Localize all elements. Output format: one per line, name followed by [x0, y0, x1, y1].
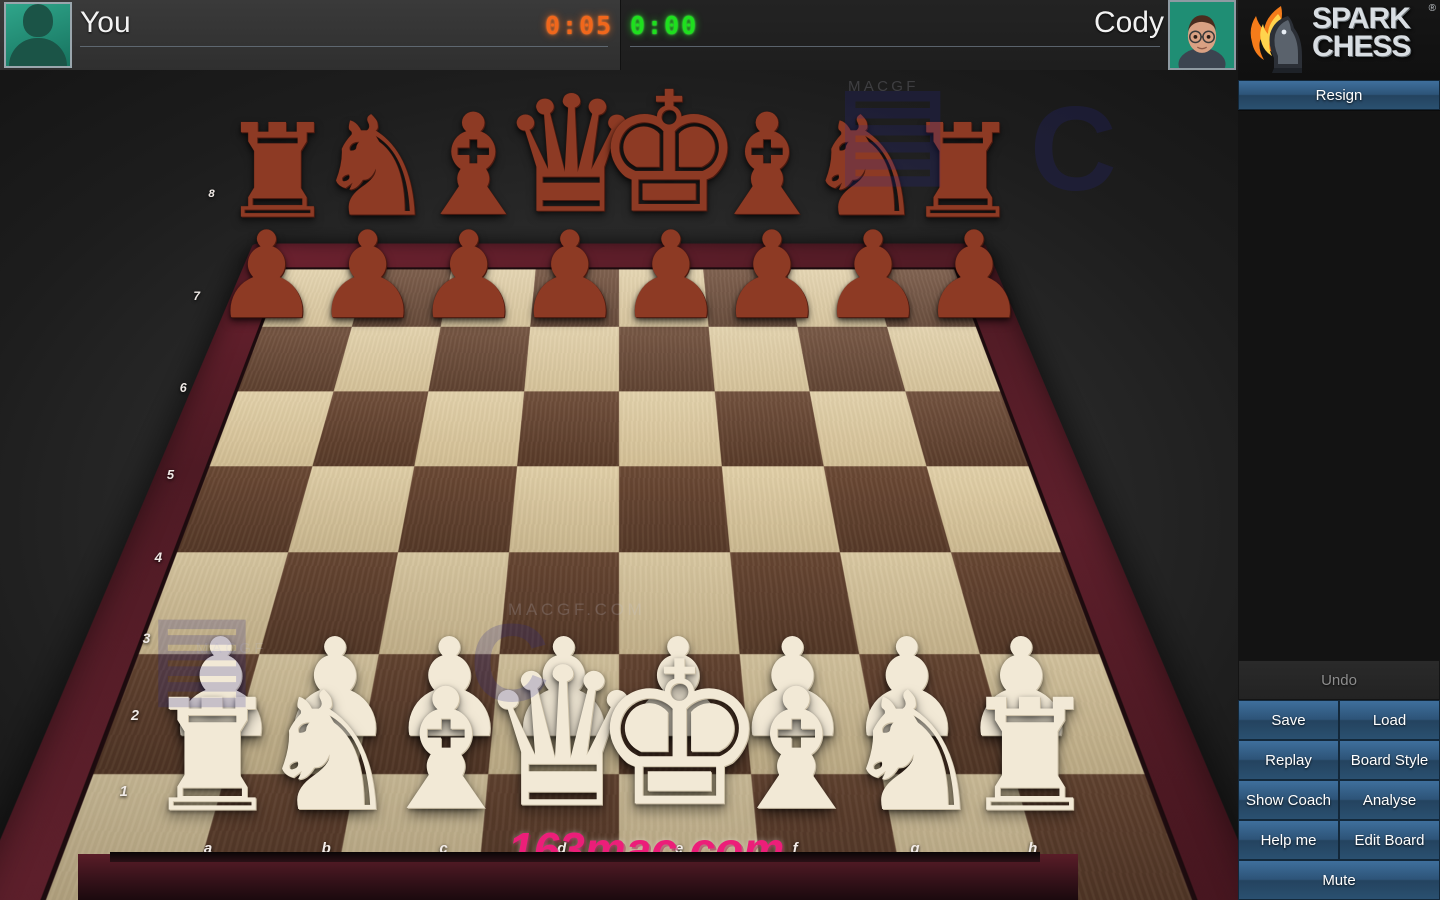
button-row: Undo — [1238, 660, 1440, 700]
square-c8[interactable] — [440, 269, 536, 327]
square-e8[interactable] — [619, 269, 709, 327]
help-me-button[interactable]: Help me — [1238, 820, 1339, 860]
trademark-symbol: ® — [1428, 3, 1436, 14]
board-frame — [0, 243, 1238, 900]
sparkchess-window: 87654321abcdefgh ♜ ♞ ♝ ♛ ♚ ♝ ♞ ♜ ♟ ♟ ♟ ♟ ♟ ♟ ♟ ♟ ♟ ♟ ♟ ♟ ♟ ♟ ♟… — [0, 0, 1440, 900]
undo-button: Undo — [1238, 660, 1440, 700]
square-f8[interactable] — [702, 269, 798, 327]
square-d8[interactable] — [529, 269, 619, 327]
black-player-name: Cody — [1093, 6, 1164, 39]
board-squares[interactable] — [0, 269, 1238, 900]
square-h6[interactable] — [904, 391, 1029, 466]
square-h3[interactable] — [979, 653, 1145, 775]
square-b8[interactable] — [351, 269, 452, 327]
player-header-bar: You 0:05 0:00 Cody — [0, 0, 1238, 70]
black-player-avatar[interactable] — [1168, 0, 1236, 70]
square-g4[interactable] — [839, 552, 980, 654]
square-e3[interactable] — [619, 653, 751, 775]
board-style-button[interactable]: Board Style — [1339, 740, 1440, 780]
square-f6[interactable] — [714, 391, 824, 466]
square-a3[interactable] — [93, 653, 259, 775]
replay-button[interactable]: Replay — [1238, 740, 1339, 780]
square-e7[interactable] — [619, 326, 715, 392]
resign-button[interactable]: Resign — [1238, 80, 1440, 110]
square-e6[interactable] — [619, 391, 722, 466]
chess-board[interactable] — [0, 74, 1238, 900]
square-d3[interactable] — [487, 653, 619, 775]
white-name-underline — [80, 46, 608, 47]
square-c3[interactable] — [356, 653, 499, 775]
save-button[interactable]: Save — [1238, 700, 1339, 740]
cody-portrait-icon — [1170, 2, 1234, 68]
silhouette-icon — [9, 4, 67, 66]
control-buttons-panel: Undo Save Load Replay Board Style Show Coach A… — [1238, 660, 1440, 900]
button-row: Save Load — [1238, 700, 1440, 740]
button-row: Replay Board Style — [1238, 740, 1440, 780]
square-b7[interactable] — [333, 326, 441, 392]
analyse-button[interactable]: Analyse — [1339, 780, 1440, 820]
square-f7[interactable] — [708, 326, 810, 392]
square-h5[interactable] — [925, 465, 1061, 553]
right-sidebar: SPARK CHESS ® Resign Undo Save Load Replay B… — [1238, 0, 1440, 900]
square-c4[interactable] — [378, 552, 509, 654]
white-player-name: You — [80, 6, 131, 39]
board-base-edge — [110, 852, 1040, 862]
black-name-underline — [630, 46, 1160, 47]
button-row: Help me Edit Board — [1238, 820, 1440, 860]
square-b6[interactable] — [312, 391, 429, 466]
mute-button[interactable]: Mute — [1238, 860, 1440, 900]
square-g3[interactable] — [859, 653, 1014, 775]
square-d6[interactable] — [516, 391, 619, 466]
board-scene: 87654321abcdefgh ♜ ♞ ♝ ♛ ♚ ♝ ♞ ♜ ♟ ♟ ♟ ♟ ♟ ♟ ♟ ♟ ♟ ♟ ♟ ♟ ♟ ♟ ♟… — [0, 0, 1238, 900]
square-c7[interactable] — [428, 326, 530, 392]
white-player-avatar[interactable] — [4, 2, 72, 68]
square-d7[interactable] — [523, 326, 619, 392]
button-row: Mute — [1238, 860, 1440, 900]
square-f5[interactable] — [721, 465, 840, 553]
black-player-clock: 0:00 — [630, 11, 699, 40]
sparkchess-logo: SPARK CHESS ® — [1238, 0, 1440, 80]
square-h4[interactable] — [950, 552, 1100, 654]
square-e4[interactable] — [619, 552, 740, 654]
square-g8[interactable] — [786, 269, 887, 327]
edit-board-button[interactable]: Edit Board — [1339, 820, 1440, 860]
square-f3[interactable] — [739, 653, 882, 775]
button-row: Show Coach Analyse — [1238, 780, 1440, 820]
logo-wordmark: SPARK CHESS — [1312, 4, 1411, 64]
logo-line-2: CHESS — [1312, 30, 1411, 64]
show-coach-button[interactable]: Show Coach — [1238, 780, 1339, 820]
square-d4[interactable] — [498, 552, 619, 654]
square-e5[interactable] — [619, 465, 730, 553]
square-c6[interactable] — [414, 391, 524, 466]
white-player-clock: 0:05 — [545, 11, 614, 40]
square-f4[interactable] — [729, 552, 860, 654]
flaming-knight-icon — [1250, 6, 1302, 73]
square-a5[interactable] — [177, 465, 313, 553]
move-list-panel[interactable] — [1238, 110, 1440, 660]
square-d5[interactable] — [508, 465, 619, 553]
square-c5[interactable] — [398, 465, 517, 553]
square-a4[interactable] — [138, 552, 288, 654]
square-b3[interactable] — [224, 653, 379, 775]
square-b4[interactable] — [258, 552, 399, 654]
load-button[interactable]: Load — [1339, 700, 1440, 740]
player-pane-divider — [620, 0, 621, 70]
